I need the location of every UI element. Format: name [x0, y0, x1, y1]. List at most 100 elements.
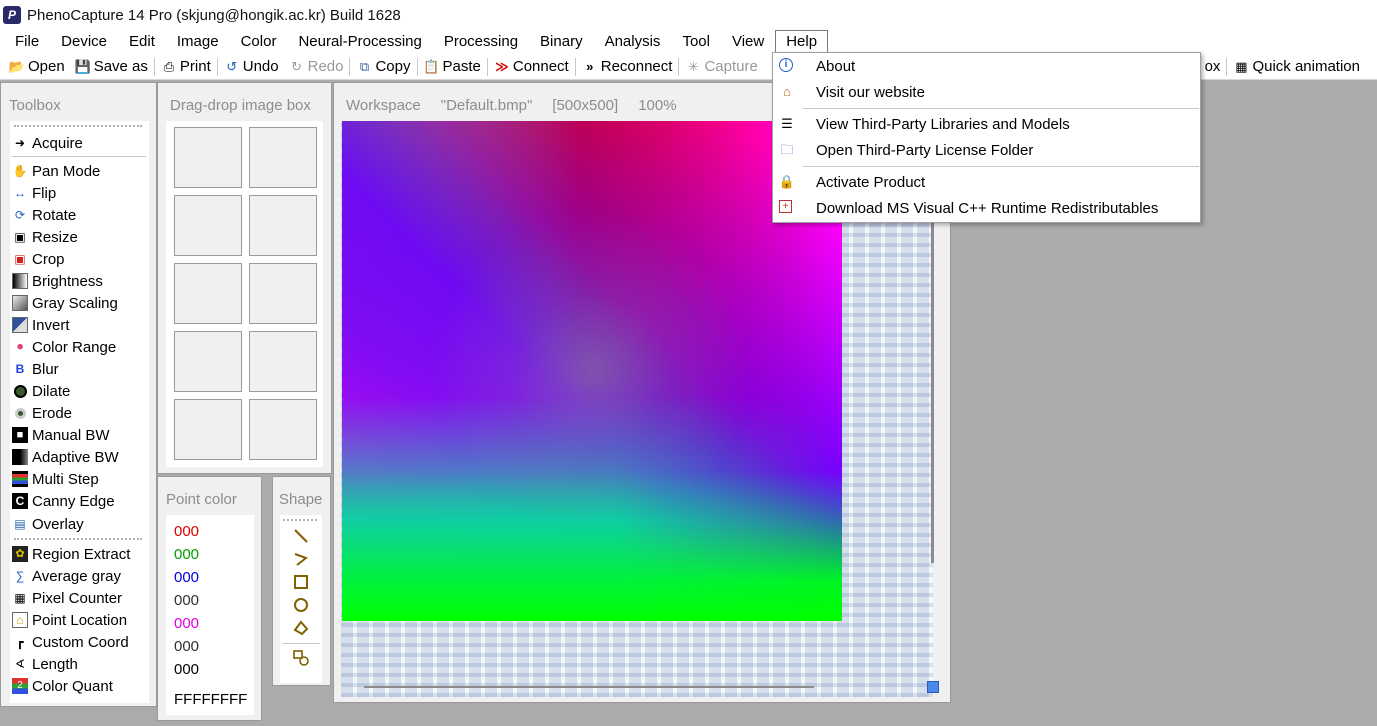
image-slot[interactable]	[174, 399, 242, 460]
menu-processing[interactable]: Processing	[433, 30, 529, 54]
image-slot[interactable]	[249, 399, 317, 460]
tool-crop[interactable]: ▣ Crop	[12, 249, 64, 269]
window-title: PhenoCapture 14 Pro (skjung@hongik.ac.kr…	[27, 6, 401, 24]
tool-custom-coord[interactable]: ┏ Custom Coord	[12, 632, 128, 652]
tool-length[interactable]: ∢ Length	[12, 654, 78, 674]
tool-acquire[interactable]: ➜ Acquire	[12, 133, 83, 153]
tool-invert[interactable]: Invert	[12, 315, 70, 335]
paste-button[interactable]: 📋 Paste	[419, 55, 486, 79]
tool-label: Erode	[32, 404, 73, 422]
tool-rotate[interactable]: ⟳ Rotate	[12, 205, 76, 225]
workspace-image[interactable]	[342, 121, 842, 621]
tool-overlay[interactable]: ▤ Overlay	[12, 514, 83, 534]
vertical-scrollbar[interactable]	[931, 223, 934, 563]
lock-icon: 🔒	[778, 174, 796, 189]
tool-manual-bw[interactable]: ■ Manual BW	[12, 425, 110, 445]
tool-dilate[interactable]: Dilate	[12, 381, 70, 401]
menu-download-vc-runtime[interactable]: + Download MS Visual C++ Runtime Redistr…	[773, 196, 1200, 220]
reconnect-button[interactable]: » Reconnect	[577, 55, 678, 79]
tool-color-quant[interactable]: 2 Color Quant	[12, 676, 113, 696]
connect-button[interactable]: ≫ Connect	[489, 55, 574, 79]
print-button[interactable]: ⎙ Print	[156, 55, 216, 79]
tool-gray-scaling[interactable]: Gray Scaling	[12, 293, 118, 313]
rectangle-icon[interactable]	[292, 573, 310, 591]
menu-binary[interactable]: Binary	[529, 30, 594, 54]
menu-view-third-party-libraries[interactable]: ☰ View Third-Party Libraries and Models	[773, 112, 1200, 136]
point-color-value-6: 000	[174, 638, 200, 655]
ox-button[interactable]: ox	[1200, 55, 1226, 79]
tool-pixel-counter[interactable]: ▦ Pixel Counter	[12, 588, 122, 608]
tool-canny-edge[interactable]: C Canny Edge	[12, 491, 115, 511]
tool-point-location[interactable]: ⌂ Point Location	[12, 610, 127, 630]
menu-device[interactable]: Device	[50, 30, 118, 54]
horizontal-scrollbar[interactable]	[364, 686, 814, 688]
tool-average-gray[interactable]: ∑ Average gray	[12, 566, 121, 586]
menu-image[interactable]: Image	[166, 30, 230, 54]
tool-adaptive-bw[interactable]: Adaptive BW	[12, 447, 119, 467]
image-slot[interactable]	[249, 263, 317, 324]
menu-neural-processing[interactable]: Neural-Processing	[287, 30, 432, 54]
tool-brightness[interactable]: Brightness	[12, 271, 103, 291]
quick-animation-button[interactable]: ▦ Quick animation	[1228, 55, 1365, 79]
tool-label: Acquire	[32, 134, 83, 152]
tool-label: Region Extract	[32, 545, 131, 563]
tool-resize[interactable]: ▣ Resize	[12, 227, 78, 247]
tool-label: Manual BW	[32, 426, 110, 444]
connect-label: Connect	[512, 58, 569, 75]
image-slot[interactable]	[249, 127, 317, 188]
open-button[interactable]: 📂 Open	[4, 55, 70, 79]
polygon-icon[interactable]	[292, 619, 310, 637]
tool-pan-mode[interactable]: ✋ Pan Mode	[12, 161, 101, 181]
menu-edit[interactable]: Edit	[118, 30, 166, 54]
region-extract-icon: ✿	[12, 546, 28, 562]
menu-tool[interactable]: Tool	[671, 30, 721, 54]
undo-button[interactable]: ↺ Undo	[219, 55, 284, 79]
tool-color-range[interactable]: ⚫ Color Range	[12, 337, 116, 357]
image-slot[interactable]	[249, 195, 317, 256]
menu-activate-product[interactable]: 🔒 Activate Product	[773, 170, 1200, 194]
menu-open-license-folder-label: Open Third-Party License Folder	[816, 141, 1034, 159]
redo-label: Redo	[307, 58, 344, 75]
folder-icon: 🗀	[780, 142, 794, 157]
menu-bar: File Device Edit Image Color Neural-Proc…	[0, 30, 1377, 54]
menu-about[interactable]: i About	[773, 54, 1200, 78]
tool-label: Dilate	[32, 382, 71, 400]
menu-file[interactable]: File	[4, 30, 50, 54]
toolbar-separator	[349, 57, 351, 76]
capture-label: Capture	[704, 58, 758, 75]
image-slot[interactable]	[174, 195, 242, 256]
menu-analysis[interactable]: Analysis	[594, 30, 672, 54]
polyline-icon[interactable]	[292, 550, 310, 568]
image-slot[interactable]	[249, 331, 317, 392]
image-slot[interactable]	[174, 127, 242, 188]
shape-link-icon[interactable]	[292, 649, 310, 667]
redo-button[interactable]: ↻ Redo	[284, 55, 349, 79]
image-slot[interactable]	[174, 263, 242, 324]
tool-label: Invert	[32, 316, 70, 334]
tool-region-extract[interactable]: ✿ Region Extract	[12, 544, 130, 564]
menu-color[interactable]: Color	[230, 30, 288, 54]
separator	[282, 643, 320, 644]
tool-blur[interactable]: B Blur	[12, 359, 59, 379]
capture-button[interactable]: ✳ Capture	[680, 55, 762, 79]
menu-open-license-folder[interactable]: 🗀 Open Third-Party License Folder	[773, 138, 1200, 162]
menu-view[interactable]: View	[721, 30, 775, 54]
menu-visit-website[interactable]: ⌂ Visit our website	[773, 80, 1200, 104]
point-color-green: 000	[174, 546, 200, 563]
tool-multi-step[interactable]: Multi Step	[12, 469, 99, 489]
ox-label: ox	[1204, 58, 1221, 75]
toolbar-separator	[678, 57, 680, 76]
tool-erode[interactable]: Erode	[12, 403, 72, 423]
scroll-corner-button[interactable]	[927, 681, 939, 693]
tool-flip[interactable]: ↔ Flip	[12, 183, 56, 203]
copy-button[interactable]: ⧉ Copy	[351, 55, 415, 79]
circle-icon[interactable]	[292, 596, 310, 614]
image-slot[interactable]	[174, 331, 242, 392]
tool-label: Length	[32, 655, 78, 673]
dotted-separator	[14, 125, 142, 127]
save-as-button[interactable]: 💾 Save as	[70, 55, 153, 79]
line-icon[interactable]	[292, 527, 310, 545]
shape-icons	[280, 515, 322, 683]
menu-help[interactable]: Help	[775, 30, 829, 54]
point-color-title: Point color	[166, 491, 237, 508]
